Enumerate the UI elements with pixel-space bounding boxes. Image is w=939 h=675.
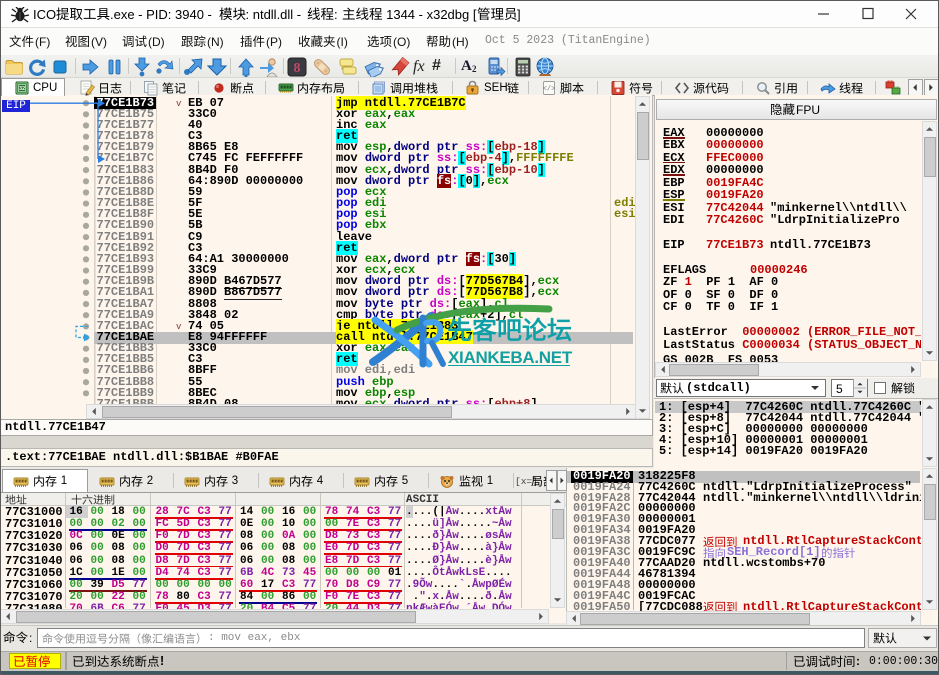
- svg-text:32: 32: [19, 85, 25, 91]
- svg-text:8: 8: [294, 61, 301, 76]
- svg-text:</>: </>: [543, 85, 556, 93]
